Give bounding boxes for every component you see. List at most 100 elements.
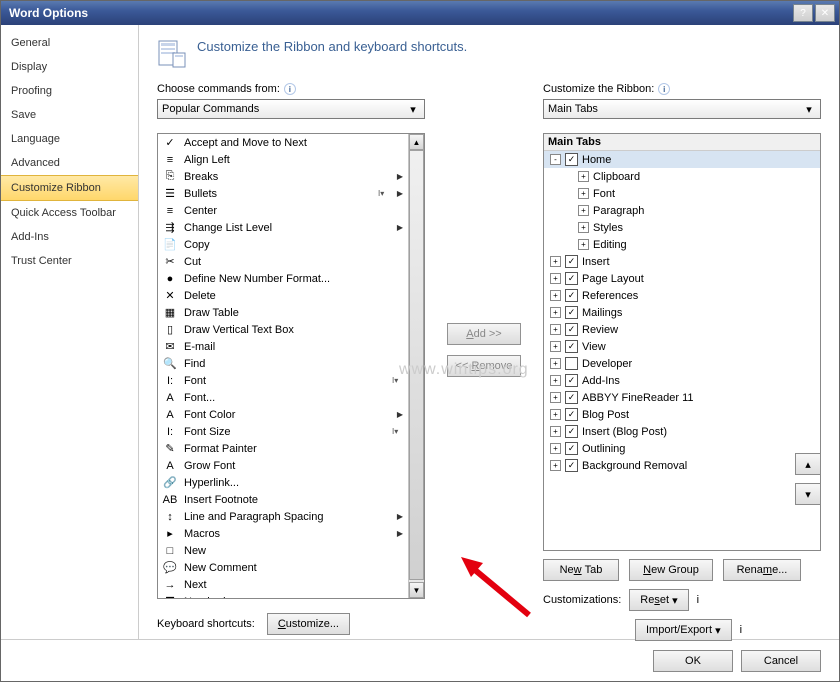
tree-node[interactable]: +✓Page Layout <box>544 270 820 287</box>
new-tab-button[interactable]: New Tab <box>543 559 619 581</box>
tree-node[interactable]: +✓Insert (Blog Post) <box>544 423 820 440</box>
command-item[interactable]: ☰BulletsI▾▶ <box>158 185 408 202</box>
expander-icon[interactable]: + <box>578 188 589 199</box>
sidebar-item-general[interactable]: General <box>1 31 138 55</box>
tree-node[interactable]: +✓Add-Ins <box>544 372 820 389</box>
sidebar-item-language[interactable]: Language <box>1 127 138 151</box>
expander-icon[interactable]: + <box>550 358 561 369</box>
tree-node[interactable]: +✓Blog Post <box>544 406 820 423</box>
help-button[interactable]: ? <box>793 4 813 22</box>
command-item[interactable]: ⇶Change List Level▶ <box>158 219 408 236</box>
command-item[interactable]: 🔍Find <box>158 355 408 372</box>
tree-node[interactable]: +✓Outlining <box>544 440 820 457</box>
command-item[interactable]: ↕Line and Paragraph Spacing▶ <box>158 508 408 525</box>
checkbox[interactable]: ✓ <box>565 340 578 353</box>
command-item[interactable]: ✂Cut <box>158 253 408 270</box>
command-item[interactable]: ▦Draw Table <box>158 304 408 321</box>
tree-node[interactable]: +✓References <box>544 287 820 304</box>
checkbox[interactable]: ✓ <box>565 425 578 438</box>
command-item[interactable]: AGrow Font <box>158 457 408 474</box>
sidebar-item-trust-center[interactable]: Trust Center <box>1 249 138 273</box>
command-item[interactable]: I:Font SizeI▾ <box>158 423 408 440</box>
cancel-button[interactable]: Cancel <box>741 650 821 672</box>
expander-icon[interactable]: + <box>550 375 561 386</box>
sidebar-item-advanced[interactable]: Advanced <box>1 151 138 175</box>
expander-icon[interactable]: + <box>578 205 589 216</box>
checkbox[interactable]: ✓ <box>565 374 578 387</box>
command-item[interactable]: ✓Accept and Move to Next <box>158 134 408 151</box>
move-down-button[interactable]: ▾ <box>795 483 821 505</box>
expander-icon[interactable]: + <box>578 171 589 182</box>
scrollbar[interactable]: ▲ ▼ <box>408 134 424 598</box>
expander-icon[interactable]: + <box>550 341 561 352</box>
scroll-up-button[interactable]: ▲ <box>409 134 424 150</box>
command-item[interactable]: ✕Delete <box>158 287 408 304</box>
checkbox[interactable]: ✓ <box>565 306 578 319</box>
checkbox[interactable]: ✓ <box>565 255 578 268</box>
sidebar-item-customize-ribbon[interactable]: Customize Ribbon <box>1 175 138 201</box>
rename-button[interactable]: Rename... <box>723 559 801 581</box>
sidebar-item-add-ins[interactable]: Add-Ins <box>1 225 138 249</box>
info-icon[interactable]: i <box>740 624 742 636</box>
checkbox[interactable]: ✓ <box>565 442 578 455</box>
checkbox[interactable]: ✓ <box>565 391 578 404</box>
tree-node[interactable]: +✓Background Removal <box>544 457 820 474</box>
tree-node[interactable]: +✓View <box>544 338 820 355</box>
expander-icon[interactable]: + <box>550 443 561 454</box>
command-item[interactable]: □New <box>158 542 408 559</box>
info-icon[interactable]: i <box>658 83 670 95</box>
command-item[interactable]: AFont Color▶ <box>158 406 408 423</box>
expander-icon[interactable]: - <box>550 154 561 165</box>
info-icon[interactable]: i <box>697 594 699 606</box>
remove-button[interactable]: << Remove <box>447 355 521 377</box>
checkbox[interactable]: ✓ <box>565 408 578 421</box>
checkbox[interactable]: ✓ <box>565 459 578 472</box>
scroll-thumb[interactable] <box>409 150 424 580</box>
checkbox[interactable]: ✓ <box>565 153 578 166</box>
command-item[interactable]: ▯Draw Vertical Text Box <box>158 321 408 338</box>
command-item[interactable]: I:FontI▾ <box>158 372 408 389</box>
customize-shortcuts-button[interactable]: Customize... <box>267 613 350 635</box>
expander-icon[interactable]: + <box>550 290 561 301</box>
command-item[interactable]: ☰NumberingI▾▶ <box>158 593 408 598</box>
ok-button[interactable]: OK <box>653 650 733 672</box>
sidebar-item-save[interactable]: Save <box>1 103 138 127</box>
expander-icon[interactable]: + <box>550 307 561 318</box>
checkbox[interactable]: ✓ <box>565 289 578 302</box>
tree-node[interactable]: +✓Insert <box>544 253 820 270</box>
sidebar-item-proofing[interactable]: Proofing <box>1 79 138 103</box>
command-item[interactable]: ✉E-mail <box>158 338 408 355</box>
expander-icon[interactable]: + <box>550 460 561 471</box>
tree-node[interactable]: +Editing <box>544 236 820 253</box>
choose-commands-select[interactable]: Popular Commands ▾ <box>157 99 425 119</box>
checkbox[interactable]: ✓ <box>565 272 578 285</box>
tree-node[interactable]: +✓Review <box>544 321 820 338</box>
tree-node[interactable]: +✓ABBYY FineReader 11 <box>544 389 820 406</box>
command-item[interactable]: 🔗Hyperlink... <box>158 474 408 491</box>
command-item[interactable]: 💬New Comment <box>158 559 408 576</box>
expander-icon[interactable]: + <box>550 426 561 437</box>
tree-node[interactable]: +Developer <box>544 355 820 372</box>
command-item[interactable]: 📄Copy <box>158 236 408 253</box>
customize-ribbon-select[interactable]: Main Tabs ▾ <box>543 99 821 119</box>
tree-node[interactable]: +✓Mailings <box>544 304 820 321</box>
tree-node[interactable]: +Styles <box>544 219 820 236</box>
add-button[interactable]: Add >> <box>447 323 521 345</box>
sidebar-item-quick-access-toolbar[interactable]: Quick Access Toolbar <box>1 201 138 225</box>
info-icon[interactable]: i <box>284 83 296 95</box>
tree-node[interactable]: +Clipboard <box>544 168 820 185</box>
expander-icon[interactable]: + <box>550 256 561 267</box>
commands-listbox[interactable]: ✓Accept and Move to Next≡Align Left⎘Brea… <box>157 133 425 599</box>
import-export-button[interactable]: Import/Export ▾ <box>635 619 732 641</box>
command-item[interactable]: ▸Macros▶ <box>158 525 408 542</box>
command-item[interactable]: →Next <box>158 576 408 593</box>
tree-node[interactable]: -✓Home <box>544 151 820 168</box>
ribbon-tree[interactable]: Main Tabs -✓Home+Clipboard+Font+Paragrap… <box>543 133 821 551</box>
expander-icon[interactable]: + <box>550 392 561 403</box>
move-up-button[interactable]: ▴ <box>795 453 821 475</box>
command-item[interactable]: AFont... <box>158 389 408 406</box>
expander-icon[interactable]: + <box>578 239 589 250</box>
expander-icon[interactable]: + <box>550 409 561 420</box>
sidebar-item-display[interactable]: Display <box>1 55 138 79</box>
command-item[interactable]: ●Define New Number Format... <box>158 270 408 287</box>
